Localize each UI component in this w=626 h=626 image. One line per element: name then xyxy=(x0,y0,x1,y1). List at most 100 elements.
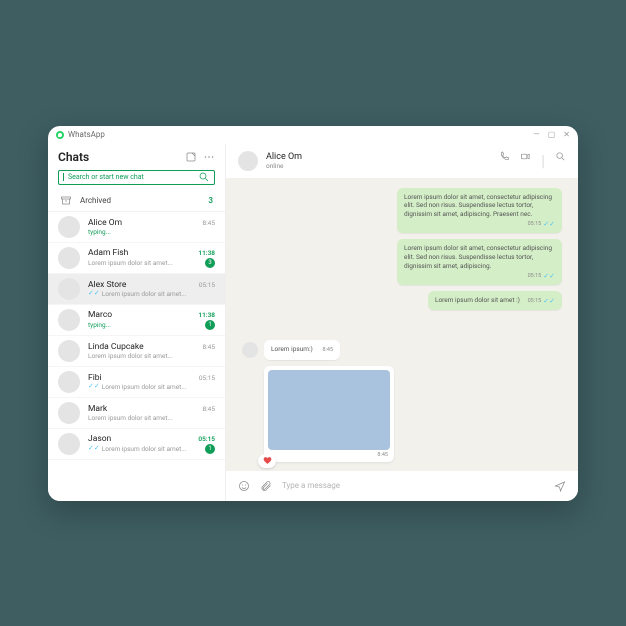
avatar xyxy=(58,402,80,424)
message-list[interactable]: Lorem ipsum dolor sit amet, consectetur … xyxy=(226,178,578,471)
chat-name: Alice Om xyxy=(88,218,202,228)
chat-time: 11:38 xyxy=(198,311,215,319)
conversation-name: Alice Om xyxy=(266,152,491,162)
archived-count: 3 xyxy=(208,196,213,205)
window-controls: — ▢ ✕ xyxy=(533,130,570,139)
message-text: Lorem ipsum dolor sit amet, consectetur … xyxy=(404,193,552,219)
chat-preview: Lorem ipsum dolor sit amet... xyxy=(88,414,215,422)
chat-name: Fibi xyxy=(88,373,199,383)
send-icon[interactable] xyxy=(554,480,566,492)
message-time: 05:15 xyxy=(528,273,542,280)
unread-badge: 3 xyxy=(205,258,215,268)
chat-preview: typing... xyxy=(88,321,203,329)
conversation-header: Alice Om online | xyxy=(226,144,578,178)
whatsapp-logo-icon xyxy=(56,131,64,139)
sidebar: Chats Archived 3 Alice Om8:45typing...Ad… xyxy=(48,144,226,501)
chat-time: 11:38 xyxy=(198,249,215,257)
chat-preview: Lorem ipsum dolor sit amet... xyxy=(88,352,215,360)
chat-time: 8:45 xyxy=(202,405,215,413)
chat-name: Alex Store xyxy=(88,280,199,290)
unread-badge: 1 xyxy=(205,320,215,330)
message-text: Lorem ipsum dolor sit amet, consectetur … xyxy=(404,244,552,270)
chat-name: Adam Fish xyxy=(88,248,198,258)
voice-call-icon[interactable] xyxy=(499,151,510,162)
avatar xyxy=(58,278,80,300)
video-call-icon[interactable] xyxy=(520,151,531,162)
chat-item[interactable]: Marco11:38 typing...1 xyxy=(48,305,225,336)
chat-item[interactable]: Alex Store05:15 ✓✓Lorem ipsum dolor sit a… xyxy=(48,274,225,305)
chat-list[interactable]: Alice Om8:45typing...Adam Fish11:38Lorem… xyxy=(48,212,225,501)
chat-time: 05:15 xyxy=(199,281,215,289)
avatar xyxy=(242,342,258,358)
chat-preview: Lorem ipsum dolor sit amet... xyxy=(102,445,203,453)
read-checks-icon: ✓✓ xyxy=(88,290,100,297)
chat-name: Jason xyxy=(88,434,198,444)
avatar xyxy=(58,371,80,393)
message-time: 8:45 xyxy=(377,452,388,458)
chat-item[interactable]: Linda Cupcake8:45Lorem ipsum dolor sit a… xyxy=(48,336,225,367)
chat-item[interactable]: Alice Om8:45typing... xyxy=(48,212,225,243)
message-image[interactable]: 8:45 xyxy=(264,366,394,462)
app-window: WhatsApp — ▢ ✕ Chats xyxy=(48,126,578,501)
search-input[interactable] xyxy=(58,170,215,185)
close-button[interactable]: ✕ xyxy=(563,130,570,139)
chat-item[interactable]: Jason05:15 ✓✓Lorem ipsum dolor sit amet..… xyxy=(48,429,225,460)
message-out[interactable]: Lorem ipsum dolor sit amet, consectetur … xyxy=(397,188,562,234)
emoji-icon[interactable] xyxy=(238,480,250,492)
chat-time: 05:15 xyxy=(199,374,215,382)
search-in-chat-icon[interactable] xyxy=(555,151,566,162)
chat-preview: Lorem ipsum dolor sit amet... xyxy=(88,259,203,267)
avatar xyxy=(58,309,80,331)
avatar[interactable] xyxy=(238,151,258,171)
read-checks-icon: ✓✓ xyxy=(88,383,100,390)
read-checks-icon: ✓✓ xyxy=(543,273,555,280)
message-input[interactable]: Type a message xyxy=(282,481,544,490)
message-in[interactable]: Lorem ipsum:) 8:45 xyxy=(264,340,340,359)
message-time: 05:15 xyxy=(528,298,542,305)
archived-label: Archived xyxy=(80,196,111,205)
chat-preview: Lorem ipsum dolor sit amet... xyxy=(102,383,215,391)
read-checks-icon: ✓✓ xyxy=(88,445,100,452)
maximize-button[interactable]: ▢ xyxy=(548,130,556,139)
reaction-heart-icon[interactable] xyxy=(258,454,276,468)
conversation-status: online xyxy=(266,162,491,170)
chat-item[interactable]: Fibi05:15 ✓✓Lorem ipsum dolor sit amet... xyxy=(48,367,225,398)
message-time: 8:45 xyxy=(322,347,333,354)
avatar xyxy=(58,340,80,362)
conversation-panel: Alice Om online | Lorem ipsum dolor sit … xyxy=(226,144,578,501)
minimize-button[interactable]: — xyxy=(533,130,539,139)
titlebar: WhatsApp — ▢ ✕ xyxy=(48,126,578,144)
attach-icon[interactable] xyxy=(260,480,272,492)
archived-row[interactable]: Archived 3 xyxy=(48,191,225,212)
avatar xyxy=(58,247,80,269)
composer: Type a message xyxy=(226,471,578,501)
chat-preview: typing... xyxy=(88,228,215,236)
new-chat-icon[interactable] xyxy=(185,151,197,163)
chat-item[interactable]: Mark8:45Lorem ipsum dolor sit amet... xyxy=(48,398,225,429)
chat-preview: Lorem ipsum dolor sit amet... xyxy=(102,290,215,298)
message-text: Lorem ipsum dolor sit amet :) xyxy=(435,296,520,304)
image-attachment[interactable] xyxy=(268,370,390,450)
sidebar-header: Chats xyxy=(48,144,225,170)
avatar xyxy=(58,216,80,238)
read-checks-icon: ✓✓ xyxy=(543,298,555,305)
message-out[interactable]: Lorem ipsum dolor sit amet :) 05:15✓✓ xyxy=(428,291,562,310)
chat-name: Linda Cupcake xyxy=(88,342,202,352)
chat-time: 05:15 xyxy=(198,435,215,443)
chat-name: Mark xyxy=(88,404,202,414)
chat-item[interactable]: Adam Fish11:38 Lorem ipsum dolor sit amet… xyxy=(48,243,225,274)
message-text: Lorem ipsum:) xyxy=(271,345,313,353)
menu-icon[interactable] xyxy=(203,151,215,163)
chat-time: 8:45 xyxy=(202,219,215,227)
unread-badge: 1 xyxy=(205,444,215,454)
read-checks-icon: ✓✓ xyxy=(543,221,555,228)
chat-time: 8:45 xyxy=(202,343,215,351)
avatar xyxy=(58,433,80,455)
sidebar-title: Chats xyxy=(58,150,179,164)
message-out[interactable]: Lorem ipsum dolor sit amet, consectetur … xyxy=(397,239,562,285)
app-name: WhatsApp xyxy=(68,130,105,139)
archive-icon xyxy=(60,195,72,207)
search-field[interactable] xyxy=(68,173,194,181)
chat-name: Marco xyxy=(88,310,198,320)
message-time: 05:15 xyxy=(528,221,542,228)
